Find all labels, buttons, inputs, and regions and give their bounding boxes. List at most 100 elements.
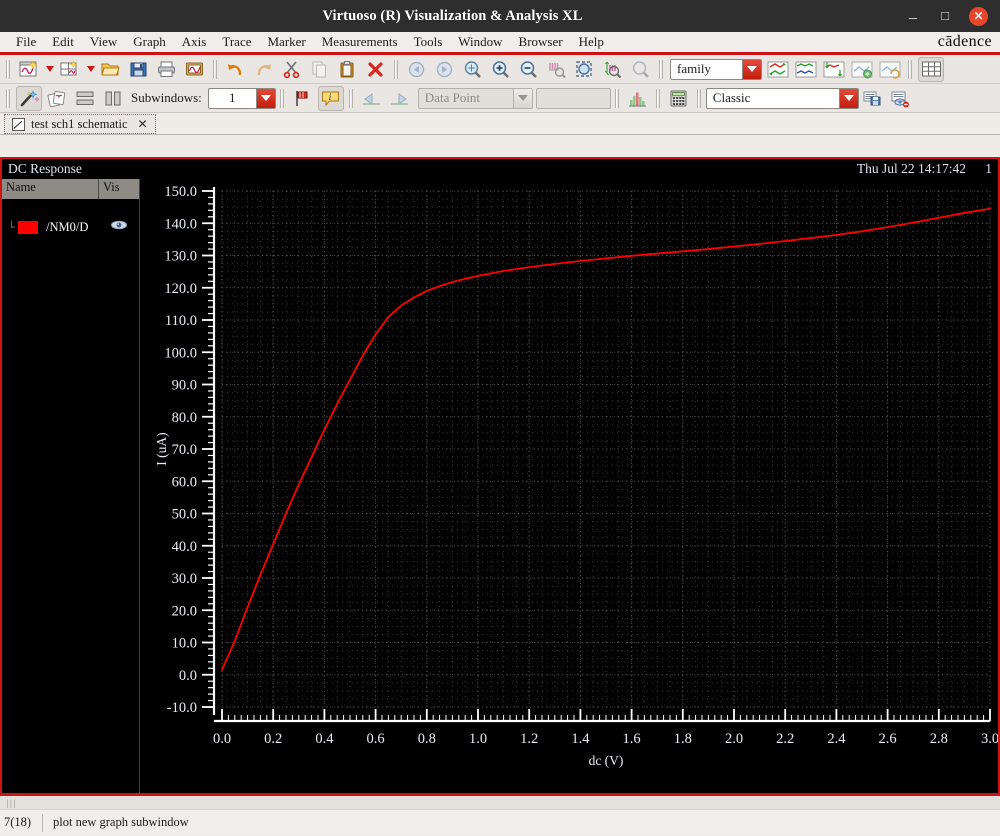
vertical-strip-button[interactable] — [100, 86, 126, 111]
tab-close-icon[interactable]: ✕ — [138, 117, 148, 132]
column-header-vis[interactable]: Vis — [99, 179, 139, 199]
trace-row-nm0d[interactable]: └ /NM0/D — [2, 215, 139, 239]
zoom-region-icon — [632, 60, 649, 78]
close-icon: ✕ — [973, 8, 984, 23]
menu-trace[interactable]: Trace — [214, 33, 259, 51]
eye-icon — [111, 220, 127, 230]
plot-number: 1 — [985, 161, 992, 176]
hide-preview-button[interactable] — [888, 86, 914, 111]
grid-button[interactable] — [918, 56, 944, 82]
wand-button[interactable] — [16, 85, 42, 111]
save-template-button[interactable] — [860, 86, 886, 111]
status-area: ||| 7(18) plot new graph subwindow — [0, 795, 1000, 836]
family-combo-dropdown[interactable] — [742, 59, 761, 79]
print-preview-button[interactable] — [182, 57, 208, 82]
menu-help[interactable]: Help — [571, 33, 612, 51]
save-button[interactable] — [126, 57, 152, 82]
menu-browser[interactable]: Browser — [511, 33, 571, 51]
horizontal-strip-button[interactable] — [72, 86, 98, 111]
zoom-back-button[interactable] — [404, 57, 430, 82]
datapoint-value-field[interactable] — [535, 87, 611, 109]
menu-edit[interactable]: Edit — [44, 33, 82, 51]
print-button[interactable] — [154, 57, 180, 82]
zoom-y-button[interactable] — [600, 57, 626, 82]
zoom-forward-button[interactable] — [432, 57, 458, 82]
menu-marker[interactable]: Marker — [259, 33, 313, 51]
theme-combo[interactable]: Classic — [705, 87, 859, 109]
plot-date: Thu Jul 22 14:17:42 — [856, 161, 966, 176]
datapoint-combo-dropdown[interactable] — [512, 88, 532, 108]
chevron-down-icon — [843, 95, 854, 101]
save-disk-icon — [130, 62, 147, 76]
column-header-name[interactable]: Name — [2, 179, 99, 199]
new-subwindow-button[interactable] — [57, 57, 83, 82]
new-subwindow-dropdown[interactable] — [84, 57, 97, 82]
menu-view[interactable]: View — [82, 33, 125, 51]
add-trace-button[interactable] — [849, 57, 875, 82]
cut-button[interactable] — [279, 57, 305, 82]
swap-axes-button[interactable] — [765, 57, 791, 82]
zoom-forward-icon — [436, 61, 453, 77]
theme-combo-dropdown[interactable] — [838, 88, 858, 108]
next-marker-button[interactable] — [387, 86, 413, 111]
zoom-x-button[interactable] — [544, 57, 570, 82]
dc-response-plot[interactable]: -10.0 0.0 10.0 20.0 30.0 40.0 50.0 60.0 70.0 80.0… — [140, 179, 998, 793]
paste-button[interactable] — [335, 57, 361, 82]
toolbar-separator — [348, 88, 355, 109]
svg-text:2.4: 2.4 — [827, 731, 846, 747]
maximize-button[interactable]: □ — [937, 8, 953, 24]
minimize-button[interactable]: _ — [905, 5, 921, 24]
cadence-logo: cādence — [937, 33, 992, 50]
menu-window[interactable]: Window — [450, 33, 510, 51]
zoom-out-button[interactable] — [516, 57, 542, 82]
menu-file[interactable]: File — [8, 33, 44, 51]
undo-button[interactable] — [223, 57, 249, 82]
zoom-fit-button[interactable] — [460, 57, 486, 82]
new-graph-window-button[interactable] — [16, 57, 42, 82]
svg-text:20.0: 20.0 — [172, 603, 197, 619]
zoom-area-button[interactable] — [572, 57, 598, 82]
append-mode-button[interactable] — [821, 57, 847, 82]
prev-marker-button[interactable] — [359, 86, 385, 111]
toolbar-separator — [5, 88, 12, 109]
svg-text:100.0: 100.0 — [164, 345, 197, 361]
svg-text:0.4: 0.4 — [315, 731, 334, 747]
refresh-trace-button[interactable] — [877, 57, 903, 82]
status-resize-grip[interactable]: ||| — [0, 795, 1000, 809]
flag-marker-button[interactable] — [290, 86, 316, 111]
redo-button[interactable] — [251, 57, 277, 82]
menu-axis[interactable]: Axis — [174, 33, 215, 51]
graph-canvas[interactable]: -10.0 0.0 10.0 20.0 30.0 40.0 50.0 60.0 70.0 80.0… — [140, 179, 998, 793]
strip-mode-button[interactable] — [793, 57, 819, 82]
cards-button[interactable] — [44, 86, 70, 111]
new-graph-window-icon — [19, 59, 38, 76]
close-button[interactable]: ✕ — [969, 6, 988, 26]
prev-marker-icon — [363, 92, 381, 105]
histogram-button[interactable] — [625, 86, 651, 111]
menu-graph[interactable]: Graph — [125, 33, 174, 51]
paste-icon — [340, 60, 354, 77]
datapoint-combo[interactable]: Data Point — [417, 87, 533, 109]
new-graph-window-dropdown[interactable] — [43, 57, 56, 82]
trace-visibility-toggle[interactable] — [99, 218, 139, 236]
subwindows-dropdown[interactable] — [255, 88, 275, 108]
copy-button[interactable] — [307, 57, 333, 82]
calculator-button[interactable] — [666, 86, 692, 111]
histogram-icon — [629, 92, 647, 106]
subwindows-combo[interactable]: 1 — [207, 87, 276, 109]
menu-tools[interactable]: Tools — [406, 33, 451, 51]
open-button[interactable] — [98, 57, 124, 82]
trace-color-swatch[interactable] — [18, 220, 38, 234]
family-combo[interactable]: family — [670, 58, 762, 80]
scissors-icon — [283, 60, 300, 78]
tab-test-sch1-schematic[interactable]: test sch1 schematic ✕ — [4, 114, 156, 134]
wand-icon — [20, 89, 40, 106]
zoom-region-button[interactable] — [628, 57, 654, 82]
svg-text:2.6: 2.6 — [879, 731, 897, 747]
menu-measurements[interactable]: Measurements — [314, 33, 406, 51]
delete-button[interactable] — [363, 57, 389, 82]
svg-text:1.4: 1.4 — [571, 731, 590, 747]
info-marker-button[interactable]: i — [317, 85, 344, 111]
toolbar-separator — [614, 88, 621, 109]
zoom-in-button[interactable] — [488, 57, 514, 82]
